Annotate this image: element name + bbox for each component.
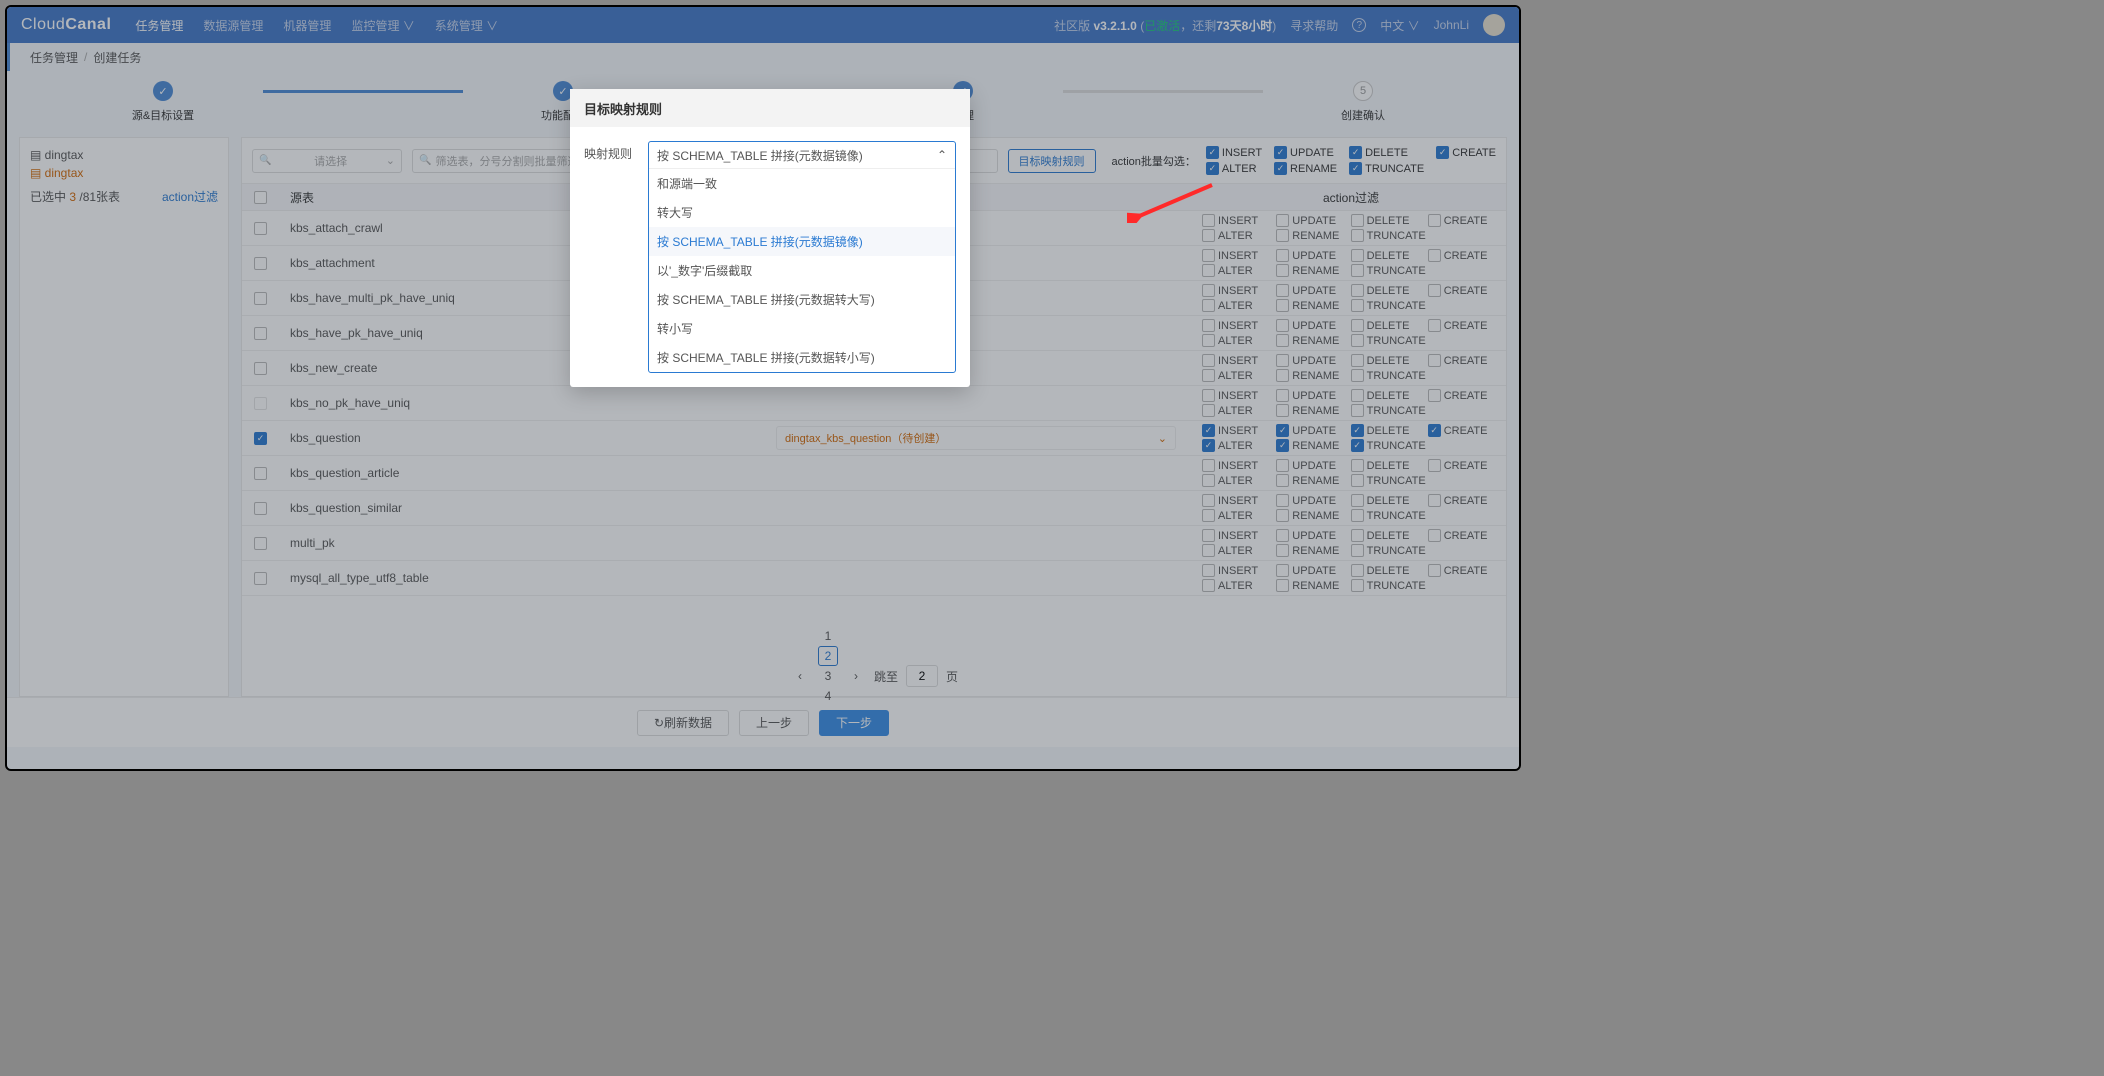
- select-option[interactable]: 按 SCHEMA_TABLE 拼接(元数据转大写): [649, 285, 955, 314]
- modal-title: 目标映射规则: [570, 89, 970, 127]
- mapping-rule-modal: 目标映射规则 映射规则 按 SCHEMA_TABLE 拼接(元数据镜像) ⌃ 和…: [570, 89, 970, 387]
- chevron-up-icon: ⌃: [937, 148, 947, 162]
- select-option[interactable]: 和源端一致: [649, 169, 955, 198]
- select-option[interactable]: 以'_数字'后缀截取: [649, 256, 955, 285]
- select-option[interactable]: 转小写: [649, 314, 955, 343]
- select-option[interactable]: 转大写: [649, 198, 955, 227]
- select-option[interactable]: 按 SCHEMA_TABLE 拼接(元数据转小写): [649, 343, 955, 372]
- mapping-rule-select[interactable]: 按 SCHEMA_TABLE 拼接(元数据镜像) ⌃ 和源端一致转大写按 SCH…: [648, 141, 956, 373]
- select-option[interactable]: 按 SCHEMA_TABLE 拼接(元数据镜像): [649, 227, 955, 256]
- modal-field-label: 映射规则: [584, 141, 638, 162]
- app-window: CloudCanal 任务管理数据源管理机器管理监控管理 ∨系统管理 ∨ 社区版…: [5, 5, 1521, 771]
- select-value: 按 SCHEMA_TABLE 拼接(元数据镜像): [657, 147, 863, 164]
- select-dropdown: 和源端一致转大写按 SCHEMA_TABLE 拼接(元数据镜像)以'_数字'后缀…: [649, 168, 955, 372]
